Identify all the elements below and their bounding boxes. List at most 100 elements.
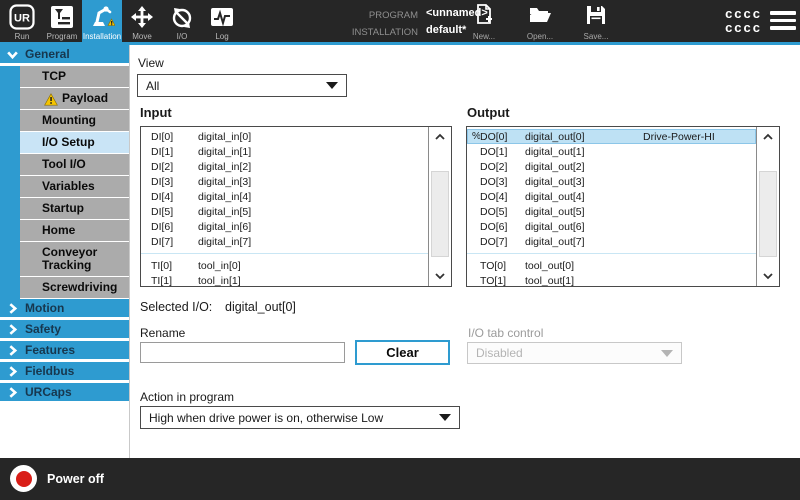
tab-program[interactable]: Program (42, 0, 82, 42)
rename-input[interactable] (140, 342, 345, 363)
io-row[interactable]: TO[1] tool_out[1] (467, 273, 756, 286)
scroll-up-icon[interactable] (429, 127, 451, 147)
sidebar-group[interactable]: Safety (0, 320, 129, 338)
clear-button[interactable]: Clear (355, 340, 450, 365)
menu-icon[interactable] (770, 11, 796, 31)
io-signal: DO[1] (480, 146, 525, 158)
program-icon (48, 3, 76, 31)
sidebar-item[interactable]: Conveyor Tracking (20, 242, 129, 276)
io-row[interactable]: DI[3] digital_in[3] (141, 174, 428, 189)
sidebar-item[interactable]: Home (20, 220, 129, 241)
scroll-up-icon[interactable] (757, 127, 779, 147)
view-select[interactable]: All (137, 74, 347, 97)
sidebar-item[interactable]: Payload (20, 88, 129, 109)
installation-name: default* (426, 23, 466, 40)
sidebar-indent-strip (0, 66, 20, 301)
io-row[interactable]: DI[0] digital_in[0] (141, 129, 428, 144)
tab-io-label: I/O (177, 32, 188, 41)
sidebar-item[interactable]: Tool I/O (20, 154, 129, 175)
list-separator (467, 249, 756, 254)
io-row[interactable]: DO[7] digital_out[7] (467, 234, 756, 249)
sidebar-group-label: General (25, 47, 70, 61)
io-row[interactable]: % DO[0] digital_out[0] Drive-Power-HI (467, 129, 756, 144)
sidebar-item-label: Conveyor Tracking (42, 246, 129, 272)
tab-run-label: Run (15, 32, 30, 41)
io-name: digital_in[1] (198, 146, 251, 158)
io-name: tool_in[0] (198, 260, 241, 272)
io-row[interactable]: DO[5] digital_out[5] (467, 204, 756, 219)
sidebar-group[interactable]: Motion (0, 299, 129, 317)
tab-log[interactable]: Log (202, 0, 242, 42)
chevron-down-icon (661, 350, 673, 357)
scrollbar-thumb[interactable] (759, 171, 777, 257)
open-button[interactable]: Open... (518, 4, 562, 41)
io-name: digital_in[4] (198, 191, 251, 203)
action-in-program-value: High when drive power is on, otherwise L… (149, 411, 383, 425)
file-actions: New... Open... Save... (462, 4, 630, 41)
sidebar-item[interactable]: Screwdriving (20, 277, 129, 298)
io-tab-control-select[interactable]: Disabled (467, 342, 682, 364)
move-icon (128, 3, 156, 31)
sidebar-item[interactable]: Mounting (20, 110, 129, 131)
tab-move[interactable]: Move (122, 0, 162, 42)
save-button-label: Save... (584, 32, 609, 41)
chevron-right-icon (6, 323, 19, 336)
scroll-down-icon[interactable] (429, 266, 451, 286)
io-signal: DO[4] (480, 191, 525, 203)
io-row[interactable]: DI[1] digital_in[1] (141, 144, 428, 159)
io-row[interactable]: DI[7] digital_in[7] (141, 234, 428, 249)
io-row[interactable]: DO[4] digital_out[4] (467, 189, 756, 204)
sidebar-group[interactable]: URCaps (0, 383, 129, 401)
io-row[interactable]: DO[2] digital_out[2] (467, 159, 756, 174)
sidebar-items: General TCP Payload Mounting (0, 45, 129, 401)
tab-io[interactable]: I/O (162, 0, 202, 42)
io-row[interactable]: TI[0] tool_in[0] (141, 258, 428, 273)
io-row[interactable]: DO[1] digital_out[1] (467, 144, 756, 159)
sidebar-group[interactable]: Fieldbus (0, 362, 129, 380)
warning-icon (44, 93, 58, 105)
io-setup-panel: View All Input DI[0] digital_in[0] DI[1]… (131, 45, 800, 458)
sidebar-group[interactable]: General (0, 45, 129, 63)
io-name: digital_in[5] (198, 206, 251, 218)
sidebar-item-label: TCP (42, 70, 66, 83)
installation-label: INSTALLATION (340, 23, 418, 40)
io-row[interactable]: DO[3] digital_out[3] (467, 174, 756, 189)
sidebar-item[interactable]: TCP (20, 66, 129, 87)
tab-run[interactable]: UR Run (2, 0, 42, 42)
io-signal: DO[2] (480, 161, 525, 173)
io-name: digital_in[7] (198, 236, 251, 248)
sidebar-group[interactable]: Features (0, 341, 129, 359)
io-row[interactable]: DI[5] digital_in[5] (141, 204, 428, 219)
io-signal: DI[2] (141, 161, 198, 173)
tab-installation[interactable]: Installation (82, 0, 122, 42)
scroll-down-icon[interactable] (757, 266, 779, 286)
brand-logo-line1: cccc (712, 7, 762, 21)
sidebar-item[interactable]: Variables (20, 176, 129, 197)
io-signal: DI[4] (141, 191, 198, 203)
action-in-program-select[interactable]: High when drive power is on, otherwise L… (140, 406, 460, 429)
input-scrollbar[interactable] (428, 127, 451, 286)
scrollbar-thumb[interactable] (431, 171, 449, 257)
sidebar-item-label: Home (42, 224, 75, 237)
io-row[interactable]: DI[4] digital_in[4] (141, 189, 428, 204)
io-signal: DI[0] (141, 131, 198, 143)
io-row[interactable]: TO[0] tool_out[0] (467, 258, 756, 273)
tab-log-label: Log (215, 32, 228, 41)
io-signal: DI[7] (141, 236, 198, 248)
output-scrollbar[interactable] (756, 127, 779, 286)
power-status-button[interactable]: Power off (10, 465, 104, 492)
io-signal: DO[7] (480, 236, 525, 248)
open-button-label: Open... (527, 32, 553, 41)
installation-icon (88, 3, 116, 31)
sidebar-item[interactable]: I/O Setup (20, 132, 129, 153)
save-button[interactable]: Save... (574, 4, 618, 41)
io-row[interactable]: DI[6] digital_in[6] (141, 219, 428, 234)
io-signal: TO[0] (480, 260, 525, 272)
io-row[interactable]: DO[6] digital_out[6] (467, 219, 756, 234)
power-status-icon (10, 465, 37, 492)
io-name: digital_out[4] (525, 191, 643, 203)
new-button[interactable]: New... (462, 4, 506, 41)
io-row[interactable]: DI[2] digital_in[2] (141, 159, 428, 174)
io-row[interactable]: TI[1] tool_in[1] (141, 273, 428, 286)
sidebar-item[interactable]: Startup (20, 198, 129, 219)
